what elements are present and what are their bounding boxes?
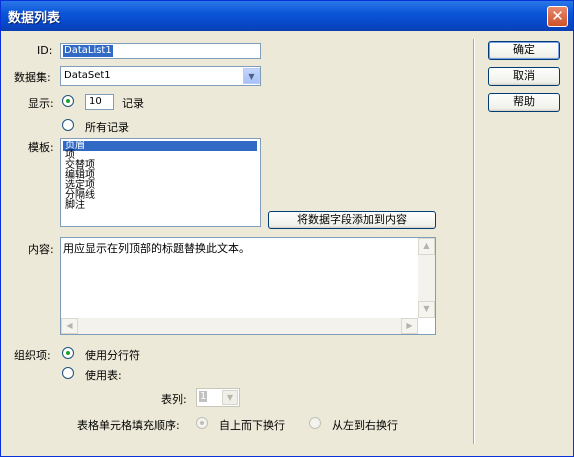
help-button[interactable]: 帮助 bbox=[488, 93, 560, 112]
window-title: 数据列表 bbox=[8, 11, 61, 26]
vertical-scrollbar[interactable]: ▲ ▼ bbox=[418, 238, 435, 318]
use-table-radio[interactable] bbox=[62, 367, 74, 379]
list-item[interactable]: 分隔线 bbox=[63, 191, 260, 201]
template-list[interactable]: 页眉 项 交替项 编辑项 选定项 分隔线 脚注 bbox=[60, 138, 261, 227]
template-label: 模板: bbox=[28, 141, 54, 154]
cancel-button[interactable]: 取消 bbox=[488, 67, 560, 86]
use-table-label: 使用表: bbox=[85, 369, 122, 382]
vertical-divider bbox=[473, 39, 474, 444]
records-label: 记录 bbox=[122, 97, 144, 110]
top-to-bottom-label: 自上而下换行 bbox=[219, 419, 285, 432]
close-icon[interactable]: ✕ bbox=[547, 6, 568, 27]
record-count-value: 10 bbox=[89, 96, 102, 107]
add-data-field-button[interactable]: 将数据字段添加到内容 bbox=[268, 211, 436, 229]
use-line-break-label: 使用分行符 bbox=[85, 349, 140, 362]
columns-label: 表列: bbox=[161, 393, 187, 406]
chevron-down-icon[interactable]: ▼ bbox=[243, 68, 260, 84]
content-textarea[interactable]: 用应显示在列顶部的标题替换此文本。 ▲ ▼ ◀ ▶ bbox=[60, 237, 436, 335]
show-label: 显示: bbox=[28, 97, 54, 110]
all-records-label: 所有记录 bbox=[85, 121, 129, 134]
chevron-down-icon[interactable]: ▼ bbox=[418, 301, 435, 318]
title-bar: 数据列表 ✕ bbox=[1, 1, 573, 31]
data-list-dialog: 数据列表 ✕ ID: DataList1 数据集: DataSet1 ▼ 显示:… bbox=[0, 0, 574, 457]
dataset-select-value: DataSet1 bbox=[64, 70, 111, 81]
content-text: 用应显示在列顶部的标题替换此文本。 bbox=[63, 242, 250, 255]
content-label: 内容: bbox=[28, 243, 54, 256]
show-records-radio[interactable] bbox=[62, 95, 74, 107]
horizontal-scrollbar[interactable]: ◀ ▶ bbox=[61, 318, 418, 334]
record-count-input[interactable]: 10 bbox=[85, 94, 114, 110]
left-to-right-radio[interactable] bbox=[309, 417, 321, 429]
list-item[interactable]: 页眉 bbox=[63, 141, 257, 151]
dataset-select[interactable]: DataSet1 ▼ bbox=[60, 66, 261, 86]
columns-value: 1 bbox=[199, 391, 208, 402]
id-label: ID: bbox=[37, 44, 53, 57]
dataset-label: 数据集: bbox=[14, 71, 51, 84]
all-records-radio[interactable] bbox=[62, 119, 74, 131]
id-input[interactable]: DataList1 bbox=[60, 43, 261, 59]
fill-order-label: 表格单元格填充顺序: bbox=[77, 419, 180, 432]
chevron-down-icon[interactable]: ▼ bbox=[222, 390, 238, 405]
chevron-left-icon[interactable]: ◀ bbox=[61, 318, 78, 334]
top-to-bottom-radio[interactable] bbox=[196, 417, 208, 429]
chevron-up-icon[interactable]: ▲ bbox=[418, 238, 435, 255]
columns-select[interactable]: 1 ▼ bbox=[196, 388, 240, 407]
id-input-value: DataList1 bbox=[63, 45, 113, 57]
list-item[interactable]: 脚注 bbox=[63, 201, 260, 211]
organize-label: 组织项: bbox=[14, 349, 51, 362]
left-to-right-label: 从左到右换行 bbox=[332, 419, 398, 432]
use-line-break-radio[interactable] bbox=[62, 347, 74, 359]
chevron-right-icon[interactable]: ▶ bbox=[401, 318, 418, 334]
ok-button[interactable]: 确定 bbox=[488, 41, 560, 60]
